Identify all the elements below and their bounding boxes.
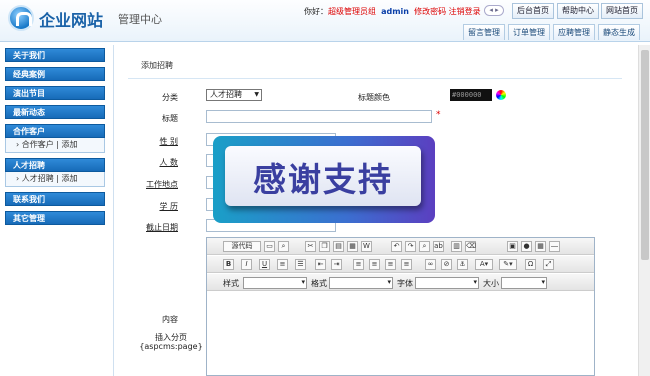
title-color-input[interactable]: #000000	[450, 89, 492, 101]
title-color-label: 标题颜色	[358, 93, 390, 102]
title-input[interactable]	[206, 110, 432, 123]
tab-orders[interactable]: 订单管理	[508, 24, 550, 40]
cut-icon[interactable]: ✂	[305, 241, 316, 252]
sidebar-item-jobs[interactable]: 人才招聘	[5, 158, 105, 172]
editor-toolbar-row-3: 样式 格式 字体 大小	[207, 274, 594, 291]
align-right-icon[interactable]: ≡	[385, 259, 396, 270]
deadline-label: 截止日期	[146, 223, 178, 232]
text-color-icon[interactable]: A▾	[475, 259, 493, 270]
color-picker-icon[interactable]	[496, 90, 506, 100]
select-all-icon[interactable]: ▥	[451, 241, 462, 252]
greeting-text: 你好：	[304, 7, 328, 16]
brand-subtitle: 管理中心	[118, 13, 162, 26]
sidebar-item-about[interactable]: 关于我们	[5, 48, 105, 62]
undo-icon[interactable]: ↶	[391, 241, 402, 252]
sidebar-item-shows[interactable]: 演出节目	[5, 86, 105, 100]
ordered-list-icon[interactable]: ≡	[277, 259, 288, 270]
size-label: 大小	[483, 279, 499, 288]
scrollbar[interactable]	[638, 45, 650, 376]
content-label: 内容	[162, 315, 178, 324]
redo-icon[interactable]: ↷	[405, 241, 416, 252]
required-mark: *	[436, 110, 441, 120]
user-greeting: 你好：超级管理员组 admin 修改密码 注销登录	[304, 6, 481, 17]
category-label: 分类	[162, 93, 178, 102]
font-dropdown[interactable]	[415, 277, 479, 289]
sidebar-sub-jobs[interactable]: › 人才招聘 | 添加	[5, 172, 105, 187]
paste-word-icon[interactable]: W	[361, 241, 372, 252]
sidebar-item-news[interactable]: 最新动态	[5, 105, 105, 119]
format-label: 格式	[311, 279, 327, 288]
outdent-icon[interactable]: ⇤	[315, 259, 326, 270]
help-center-button[interactable]: 帮助中心	[557, 3, 599, 19]
remove-format-icon[interactable]: ⌫	[465, 241, 476, 252]
align-left-icon[interactable]: ≡	[353, 259, 364, 270]
header: 企业网站 管理中心 你好：超级管理员组 admin 修改密码 注销登录 ◂ ▸ …	[0, 0, 650, 42]
logo-icon	[8, 5, 34, 31]
sidebar: 关于我们 经典案例 演出节目 最新动态 合作客户 › 合作客户 | 添加 人才招…	[5, 48, 105, 230]
paste-text-icon[interactable]: ▦	[347, 241, 358, 252]
new-page-icon[interactable]: ▭	[264, 241, 275, 252]
site-home-button[interactable]: 网站首页	[601, 3, 643, 19]
bold-icon[interactable]: B	[223, 259, 234, 270]
maximize-icon[interactable]: ⤢	[543, 259, 554, 270]
page-title: 添加招聘	[141, 61, 173, 70]
link-icon[interactable]: ∞	[425, 259, 436, 270]
gender-label: 性 别	[159, 137, 178, 146]
editor-toolbar-row-1: 源代码 ▭ ⌕ ✂ ❐ ▤ ▦ W ↶ ↷ ⌕ ab ▥ ⌫ ▣ ● ▦ ―	[207, 238, 594, 255]
image-icon[interactable]: ▣	[507, 241, 518, 252]
admin-home-button[interactable]: 后台首页	[512, 3, 554, 19]
align-center-icon[interactable]: ≡	[369, 259, 380, 270]
brand-name: 企业网站	[39, 11, 104, 30]
overlay-plate: 感谢支持	[225, 146, 421, 206]
table-icon[interactable]: ▦	[535, 241, 546, 252]
replace-icon[interactable]: ab	[433, 241, 444, 252]
size-dropdown[interactable]	[501, 277, 547, 289]
tab-applications[interactable]: 应聘管理	[553, 24, 595, 40]
tab-messages[interactable]: 留言管理	[463, 24, 505, 40]
page-break-code[interactable]: {aspcms:page}	[138, 342, 204, 351]
italic-icon[interactable]: I	[241, 259, 252, 270]
find-icon[interactable]: ⌕	[419, 241, 430, 252]
preview-icon[interactable]: ⌕	[278, 241, 289, 252]
horizontal-rule-icon[interactable]: ―	[549, 241, 560, 252]
flash-icon[interactable]: ●	[521, 241, 532, 252]
location-label: 工作地点	[146, 180, 178, 189]
underline-icon[interactable]: U	[259, 259, 270, 270]
editor-toolbar-row-2: B I U ≡ ☰ ⇤ ⇥ ≡ ≡ ≡ ≡ ∞ ⊘ ⚓ A▾ ✎▾ Ω ⤢	[207, 256, 594, 273]
bg-color-icon[interactable]: ✎▾	[499, 259, 517, 270]
overlay-text: 感谢支持	[253, 160, 393, 199]
style-label: 样式	[223, 279, 239, 288]
overlay-banner: 感谢支持	[213, 136, 435, 223]
paste-icon[interactable]: ▤	[333, 241, 344, 252]
font-label: 字体	[397, 279, 413, 288]
count-label: 人 数	[159, 158, 178, 167]
sidebar-sub-partners[interactable]: › 合作客户 | 添加	[5, 138, 105, 153]
account-links[interactable]: 修改密码 注销登录	[414, 7, 481, 16]
sidebar-item-cases[interactable]: 经典案例	[5, 67, 105, 81]
scrollbar-thumb[interactable]	[641, 50, 649, 260]
special-char-icon[interactable]: Ω	[525, 259, 536, 270]
username: admin	[381, 7, 409, 16]
category-select[interactable]: 人才招聘	[206, 89, 262, 101]
tab-static[interactable]: 静态生成	[598, 24, 640, 40]
unlink-icon[interactable]: ⊘	[441, 259, 452, 270]
source-button[interactable]: 源代码	[223, 241, 261, 252]
bullet-list-icon[interactable]: ☰	[295, 259, 306, 270]
indent-icon[interactable]: ⇥	[331, 259, 342, 270]
sidebar-item-other[interactable]: 其它管理	[5, 211, 105, 225]
copy-icon[interactable]: ❐	[319, 241, 330, 252]
rich-text-editor[interactable]: 源代码 ▭ ⌕ ✂ ❐ ▤ ▦ W ↶ ↷ ⌕ ab ▥ ⌫ ▣ ● ▦ ― B…	[206, 237, 595, 376]
style-dropdown[interactable]	[243, 277, 307, 289]
user-role: 超级管理员组	[328, 7, 376, 16]
sidebar-item-contact[interactable]: 联系我们	[5, 192, 105, 206]
format-dropdown[interactable]	[329, 277, 393, 289]
title-label: 标题	[162, 114, 178, 123]
education-label: 学 历	[159, 202, 178, 211]
nav-arrows-icon[interactable]: ◂ ▸	[484, 5, 504, 16]
sidebar-item-partners[interactable]: 合作客户	[5, 124, 105, 138]
justify-icon[interactable]: ≡	[401, 259, 412, 270]
anchor-icon[interactable]: ⚓	[457, 259, 468, 270]
